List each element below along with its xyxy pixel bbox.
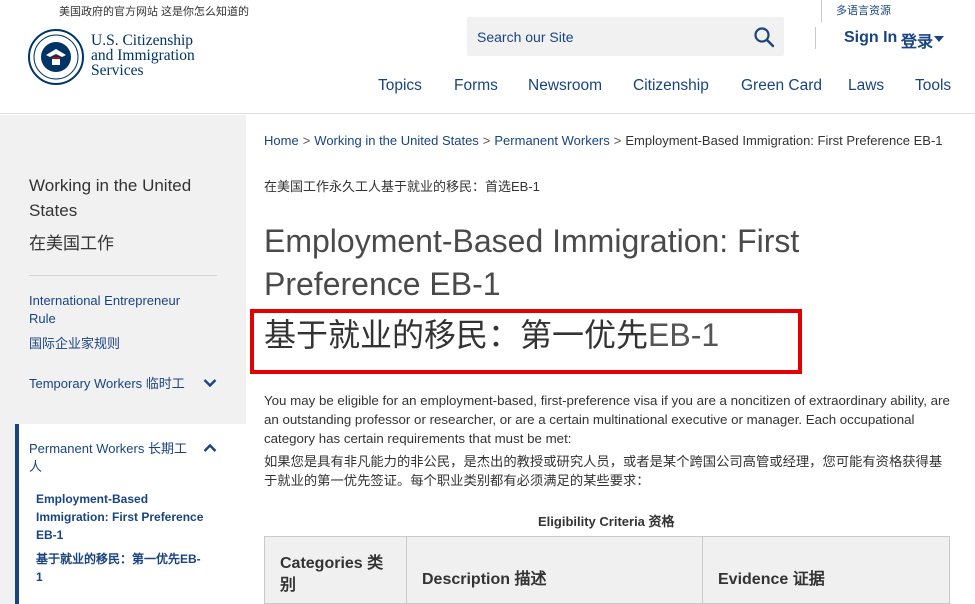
nav-forms[interactable]: Forms: [454, 77, 498, 95]
official-gov-banner[interactable]: 美国政府的官方网站 这是你怎么知道的: [59, 3, 249, 19]
nav-tools[interactable]: Tools: [915, 77, 951, 95]
sidebar-item-permanent-workers[interactable]: Permanent Workers 长期工人: [29, 440, 189, 476]
divider: [821, 0, 822, 22]
nav-topics[interactable]: Topics: [378, 77, 422, 95]
search-input[interactable]: Search our Site: [467, 17, 784, 56]
divider: [815, 27, 816, 49]
login-dropdown[interactable]: 登录: [901, 28, 933, 52]
breadcrumb-permanent-workers[interactable]: Permanent Workers: [494, 133, 609, 148]
nav-green-card[interactable]: Green Card: [741, 77, 822, 95]
table-caption: Eligibility Criteria 资格: [538, 514, 675, 529]
sidebar-title-cn: 在美国工作: [29, 234, 114, 253]
dhs-seal-logo[interactable]: [28, 29, 84, 85]
sidebar-nav: Working in the United States 在美国工作 Inter…: [0, 115, 246, 604]
chevron-up-icon[interactable]: [203, 443, 217, 453]
caret-down-icon[interactable]: [934, 36, 944, 42]
sign-in-link[interactable]: Sign In: [844, 29, 897, 47]
multilingual-resources-link[interactable]: 多语言资源: [836, 2, 891, 18]
highlight-box: [250, 309, 802, 374]
eligibility-table: Categories 类别 Description 描述 Evidence 证据: [264, 536, 950, 604]
breadcrumb-home[interactable]: Home: [264, 133, 299, 148]
sidebar-subitem-eb1-cn[interactable]: 基于就业的移民：第一优先EB-1: [36, 550, 206, 586]
nav-citizenship[interactable]: Citizenship: [633, 77, 709, 95]
intro-paragraph: You may be eligible for an employment-ba…: [264, 393, 950, 446]
table-header-categories: Categories 类别: [265, 537, 407, 604]
breadcrumb-current: Employment-Based Immigration: First Pref…: [625, 133, 943, 148]
breadcrumb: Home > Working in the United States > Perman…: [264, 133, 943, 148]
uscis-logo-text[interactable]: U.S. Citizenship and Immigration Service…: [91, 33, 231, 79]
table-header-evidence: Evidence 证据: [718, 571, 825, 588]
search-placeholder: Search our Site: [477, 29, 574, 45]
site-header: 美国政府的官方网站 这是你怎么知道的 多语言资源 U.S. Citizenshi…: [0, 0, 975, 114]
nav-laws[interactable]: Laws: [848, 77, 884, 95]
breadcrumb-cn: 在美国工作永久工人基于就业的移民：首选EB-1: [264, 179, 540, 194]
table-header-description: Description 描述: [407, 537, 703, 604]
nav-newsroom[interactable]: Newsroom: [528, 77, 602, 95]
intro-paragraph-cn: 如果您是具有非凡能力的非公民，是杰出的教授或研究人员，或者是某个跨国公司高管或经…: [264, 454, 943, 488]
sidebar-item-temporary-workers[interactable]: Temporary Workers 临时工: [29, 375, 189, 393]
breadcrumb-working-in-us[interactable]: Working in the United States: [314, 133, 479, 148]
sidebar-subitem-eb1[interactable]: Employment-Based Immigration: First Pref…: [36, 490, 206, 544]
sidebar-title[interactable]: Working in the United States: [29, 173, 219, 223]
page-title: Employment-Based Immigration: First Pref…: [264, 223, 800, 302]
divider: [29, 275, 217, 276]
chevron-down-icon[interactable]: [203, 378, 217, 388]
sidebar-item-international-entrepreneur[interactable]: International Entrepreneur Rule: [29, 292, 199, 328]
search-icon[interactable]: [752, 25, 776, 49]
sidebar-item-international-entrepreneur-cn: 国际企业家规则: [29, 336, 121, 351]
